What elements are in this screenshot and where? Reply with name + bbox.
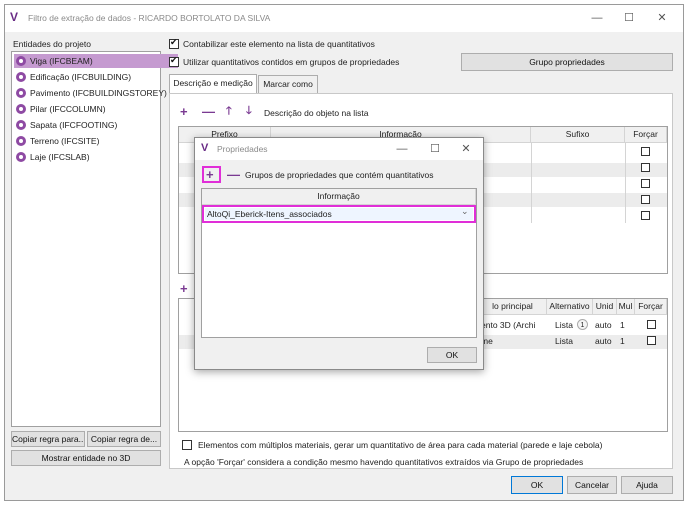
force-checkbox[interactable] bbox=[641, 163, 650, 172]
show-entity-3d-button[interactable]: Mostrar entidade no 3D bbox=[11, 450, 161, 466]
window-title: Filtro de extração de dados - RICARDO BO… bbox=[28, 13, 271, 23]
force-checkbox[interactable] bbox=[641, 211, 650, 220]
dialog-ok-button[interactable]: OK bbox=[427, 347, 477, 363]
dialog-remove-group-icon[interactable]: — bbox=[227, 168, 240, 181]
measure-header-force: Forçar bbox=[635, 299, 667, 315]
copy-rule-from-button[interactable]: Copiar regra de... bbox=[87, 431, 161, 447]
entity-gear-icon bbox=[16, 152, 26, 162]
group-properties-button[interactable]: Grupo propriedades bbox=[461, 53, 673, 71]
minimize-icon[interactable]: — bbox=[590, 11, 604, 25]
copy-rule-to-button[interactable]: Copiar regra para... bbox=[11, 431, 85, 447]
entity-item-pavimento[interactable]: Pavimento (IFCBUILDINGSTOREY) bbox=[14, 86, 171, 100]
dialog-grid-header: Informação bbox=[202, 189, 476, 205]
use-property-groups-label: Utilizar quantitativos contidos em grupo… bbox=[183, 57, 400, 67]
accumulate-label: Contabilizar este elemento na lista de q… bbox=[183, 39, 375, 49]
entity-item-edificacao[interactable]: Edificação (IFCBUILDING) bbox=[14, 70, 135, 84]
property-group-value: AltoQi_Eberick-Itens_associados bbox=[207, 209, 332, 219]
title-bar: V Filtro de extração de dados - RICARDO … bbox=[5, 5, 683, 32]
force-checkbox[interactable] bbox=[641, 147, 650, 156]
chevron-down-icon[interactable]: ⌄ bbox=[461, 206, 469, 217]
entities-list[interactable]: Viga (IFCBEAM) Edificação (IFCBUILDING) … bbox=[11, 51, 178, 427]
grid-divider bbox=[625, 143, 626, 223]
dialog-minimize-icon[interactable]: — bbox=[395, 142, 409, 156]
dialog-maximize-icon[interactable]: ☐ bbox=[428, 142, 442, 156]
accumulate-checkbox[interactable] bbox=[169, 37, 179, 49]
force-checkbox[interactable] bbox=[647, 336, 656, 345]
alternative-count-badge[interactable]: 1 bbox=[577, 319, 588, 330]
app-logo-icon: V bbox=[10, 10, 19, 24]
entity-item-viga[interactable]: Viga (IFCBEAM) bbox=[14, 54, 178, 68]
entity-item-pilar[interactable]: Pilar (IFCCOLUMN) bbox=[14, 102, 110, 116]
force-checkbox[interactable] bbox=[647, 320, 656, 329]
add-measurement-icon[interactable]: + bbox=[180, 282, 188, 295]
entity-gear-icon bbox=[16, 88, 26, 98]
maximize-icon[interactable]: ☐ bbox=[622, 11, 636, 25]
help-button[interactable]: Ajuda bbox=[621, 476, 673, 494]
close-icon[interactable]: ✕ bbox=[655, 11, 669, 25]
multi-material-label: Elementos com múltiplos materiais, gerar… bbox=[198, 440, 603, 450]
grid-header-suffix: Sufixo bbox=[531, 127, 625, 143]
multi-material-checkbox[interactable] bbox=[182, 440, 192, 450]
remove-description-icon[interactable]: — bbox=[202, 105, 215, 118]
add-description-icon[interactable]: + bbox=[180, 105, 188, 118]
grid-header-force: Forçar bbox=[625, 127, 667, 143]
dialog-groups-label: Grupos de propriedades que contém quanti… bbox=[245, 170, 434, 180]
description-toolbar-label: Descrição do objeto na lista bbox=[264, 108, 369, 118]
move-up-icon[interactable]: 🡑 bbox=[226, 105, 232, 118]
move-down-icon[interactable]: 🡓 bbox=[246, 105, 252, 118]
dialog-title-bar: V Propriedades — ☐ ✕ bbox=[195, 138, 483, 160]
entities-label: Entidades do projeto bbox=[13, 39, 91, 49]
force-checkbox[interactable] bbox=[641, 195, 650, 204]
dialog-close-icon[interactable]: ✕ bbox=[459, 142, 473, 156]
grid-divider bbox=[531, 143, 532, 223]
measure-header-principal: lo principal bbox=[479, 299, 547, 315]
measure-header-alternative: Alternativo bbox=[547, 299, 593, 315]
tab-description[interactable]: Descrição e medição bbox=[169, 74, 257, 94]
properties-dialog: V Propriedades — ☐ ✕ + — Grupos de propr… bbox=[194, 137, 484, 370]
measure-header-mul: Mul bbox=[617, 299, 635, 315]
cancel-button[interactable]: Cancelar bbox=[567, 476, 617, 494]
entity-gear-icon bbox=[16, 120, 26, 130]
entity-gear-icon bbox=[16, 136, 26, 146]
property-group-select[interactable]: AltoQi_Eberick-Itens_associados ⌄ bbox=[205, 206, 473, 220]
dialog-title: Propriedades bbox=[217, 144, 268, 154]
use-property-groups-checkbox[interactable] bbox=[169, 55, 179, 67]
entity-gear-icon bbox=[16, 56, 26, 66]
entity-item-laje[interactable]: Laje (IFCSLAB) bbox=[14, 150, 94, 164]
entity-gear-icon bbox=[16, 72, 26, 82]
dialog-logo-icon: V bbox=[201, 142, 209, 154]
measure-header-unit: Unid bbox=[593, 299, 617, 315]
ok-button[interactable]: OK bbox=[511, 476, 563, 494]
dialog-add-group-icon[interactable]: + bbox=[206, 168, 214, 181]
tab-mark-as[interactable]: Marcar como bbox=[258, 75, 318, 93]
entity-item-sapata[interactable]: Sapata (IFCFOOTING) bbox=[14, 118, 121, 132]
entity-item-terreno[interactable]: Terreno (IFCSITE) bbox=[14, 134, 103, 148]
force-note-label: A opção 'Forçar' considera a condição me… bbox=[184, 457, 584, 467]
entity-gear-icon bbox=[16, 104, 26, 114]
force-checkbox[interactable] bbox=[641, 179, 650, 188]
